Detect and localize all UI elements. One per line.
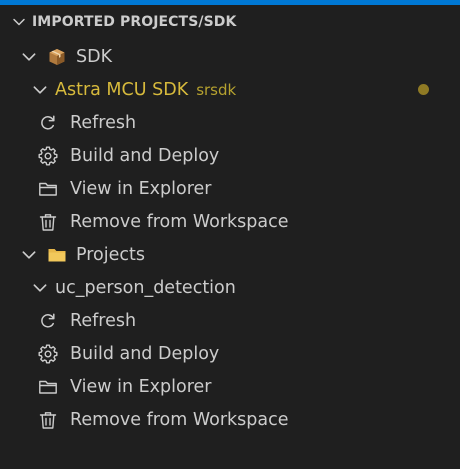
- folder-icon: [46, 244, 68, 266]
- chevron-down-icon: [22, 52, 36, 61]
- project-tree: SDK Astra MCU SDK srsdk Refresh Build an…: [0, 40, 460, 436]
- action-build-and-deploy[interactable]: Build and Deploy: [0, 337, 460, 370]
- gear-icon: [37, 343, 59, 365]
- trash-icon: [37, 211, 59, 233]
- action-view-in-explorer[interactable]: View in Explorer: [0, 370, 460, 403]
- tree-item-label: Astra MCU SDK: [55, 79, 189, 100]
- tree-item-sdk-group[interactable]: SDK: [0, 40, 460, 73]
- action-label: View in Explorer: [70, 178, 212, 199]
- tree-item-label: Projects: [76, 244, 145, 265]
- folder-outline-icon: [37, 178, 59, 200]
- tree-item-label: uc_person_detection: [55, 277, 236, 298]
- action-label: Build and Deploy: [70, 145, 220, 166]
- tree-item-uc-person-detection[interactable]: uc_person_detection: [0, 271, 460, 304]
- trash-icon: [37, 409, 59, 431]
- action-remove-from-workspace[interactable]: Remove from Workspace: [0, 205, 460, 238]
- tree-item-projects-group[interactable]: Projects: [0, 238, 460, 271]
- action-refresh[interactable]: Refresh: [0, 106, 460, 139]
- chevron-down-icon: [33, 283, 47, 292]
- action-label: Remove from Workspace: [70, 211, 289, 232]
- action-refresh[interactable]: Refresh: [0, 304, 460, 337]
- refresh-icon: [37, 112, 59, 134]
- panel-title: IMPORTED PROJECTS/SDK: [32, 14, 237, 30]
- tree-item-description: srsdk: [196, 80, 237, 99]
- modified-status-dot: [418, 84, 429, 95]
- folder-outline-icon: [37, 376, 59, 398]
- tree-item-astra-mcu-sdk[interactable]: Astra MCU SDK srsdk: [0, 73, 460, 106]
- chevron-down-icon: [22, 250, 36, 259]
- action-label: Refresh: [70, 310, 137, 331]
- package-icon: [46, 46, 68, 68]
- gear-icon: [37, 145, 59, 167]
- action-build-and-deploy[interactable]: Build and Deploy: [0, 139, 460, 172]
- action-view-in-explorer[interactable]: View in Explorer: [0, 172, 460, 205]
- refresh-icon: [37, 310, 59, 332]
- chevron-down-icon: [33, 85, 47, 94]
- action-label: Build and Deploy: [70, 343, 220, 364]
- action-label: Remove from Workspace: [70, 409, 289, 430]
- action-remove-from-workspace[interactable]: Remove from Workspace: [0, 403, 460, 436]
- chevron-down-icon: [13, 18, 25, 26]
- action-label: View in Explorer: [70, 376, 212, 397]
- tree-item-label: SDK: [76, 46, 113, 67]
- action-label: Refresh: [70, 112, 137, 133]
- panel-header[interactable]: IMPORTED PROJECTS/SDK: [0, 5, 460, 39]
